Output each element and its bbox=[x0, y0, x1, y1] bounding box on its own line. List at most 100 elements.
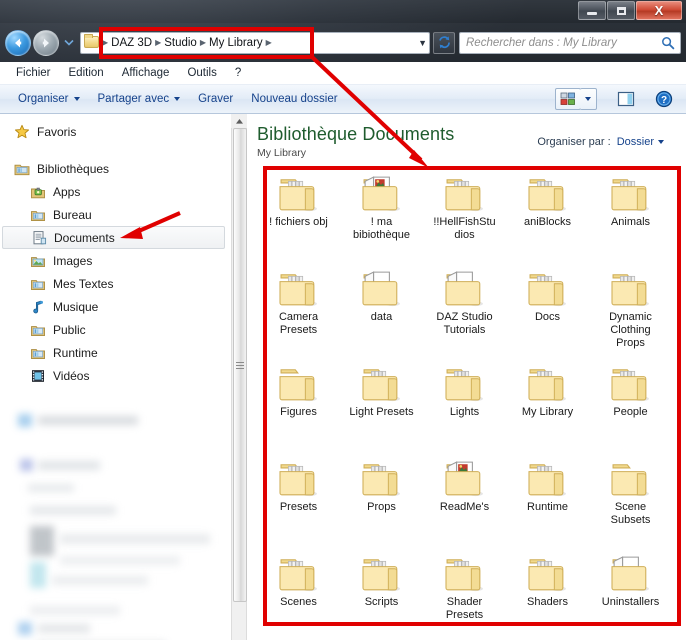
folder-closed-icon bbox=[526, 460, 570, 498]
organize-label: Organiser bbox=[18, 93, 69, 105]
scrollbar-thumb[interactable] bbox=[233, 128, 247, 602]
command-bar-right: ? bbox=[555, 88, 686, 110]
refresh-button[interactable] bbox=[433, 31, 455, 54]
folder-item[interactable]: Scenes bbox=[257, 553, 340, 640]
folder-open-empty-icon bbox=[443, 270, 487, 308]
sidebar-item-documents[interactable]: Documents bbox=[2, 226, 225, 249]
breadcrumb-item-2[interactable]: My Library bbox=[208, 37, 264, 49]
folder-item[interactable]: aniBlocks bbox=[506, 173, 589, 268]
share-with-button[interactable]: Partager avec bbox=[89, 90, 190, 108]
change-view-button[interactable] bbox=[555, 88, 581, 110]
recent-pages-button[interactable] bbox=[62, 39, 76, 46]
folder-item[interactable]: Runtime bbox=[506, 458, 589, 553]
organize-by-value-button[interactable]: Dossier bbox=[617, 136, 664, 148]
sidebar-item-videos[interactable]: Vidéos bbox=[0, 364, 231, 387]
menu-edition[interactable]: Edition bbox=[61, 65, 112, 81]
folder-item[interactable]: Scene Subsets bbox=[589, 458, 672, 553]
view-options-dropdown[interactable] bbox=[580, 88, 597, 110]
folder-closed-icon bbox=[609, 365, 653, 403]
folder-item[interactable]: Uninstallers bbox=[589, 553, 672, 640]
folder-item[interactable]: My Library bbox=[506, 363, 589, 458]
folder-item[interactable]: ! ma bibiothèque bbox=[340, 173, 423, 268]
chevron-right-icon[interactable]: ▶ bbox=[155, 38, 161, 47]
folder-item[interactable]: ! fichiers obj bbox=[257, 173, 340, 268]
folder-item[interactable]: Shaders bbox=[506, 553, 589, 640]
folder-item-label: Lights bbox=[449, 406, 480, 418]
folder-item-label: Shader Presets bbox=[445, 596, 484, 621]
folder-item-label: Scene Subsets bbox=[610, 501, 651, 526]
sidebar-item-runtime[interactable]: Runtime bbox=[0, 341, 231, 364]
chevron-right-icon[interactable]: ▶ bbox=[200, 38, 206, 47]
folder-empty-icon bbox=[277, 365, 321, 403]
folder-item[interactable]: Scripts bbox=[340, 553, 423, 640]
chevron-right-icon[interactable]: ▶ bbox=[266, 38, 272, 47]
folder-item[interactable]: Docs bbox=[506, 268, 589, 363]
folder-closed-icon bbox=[277, 175, 321, 213]
menu-outils[interactable]: Outils bbox=[179, 65, 224, 81]
maximize-button[interactable] bbox=[607, 1, 635, 20]
new-folder-button[interactable]: Nouveau dossier bbox=[242, 90, 346, 108]
folder-item[interactable]: Camera Presets bbox=[257, 268, 340, 363]
folder-item[interactable]: Props bbox=[340, 458, 423, 553]
breadcrumb-item-0[interactable]: DAZ 3D bbox=[110, 37, 153, 49]
folder-item-label: Runtime bbox=[527, 501, 568, 513]
sidebar-item-mes-textes[interactable]: Mes Textes bbox=[0, 272, 231, 295]
folder-open-photo-icon bbox=[360, 175, 404, 213]
burn-button[interactable]: Graver bbox=[189, 90, 242, 108]
sidebar-label: Vidéos bbox=[53, 368, 90, 383]
title-bar: X bbox=[0, 0, 686, 23]
folder-closed-icon bbox=[360, 555, 404, 593]
breadcrumb-bar[interactable]: ▶ DAZ 3D ▶ Studio ▶ My Library ▶ ▼ bbox=[80, 31, 430, 54]
sidebar-item-bureau[interactable]: Bureau bbox=[0, 203, 231, 226]
close-icon: X bbox=[654, 3, 664, 18]
navigation-scrollbar[interactable] bbox=[231, 114, 247, 640]
folder-closed-icon bbox=[526, 175, 570, 213]
folder-item[interactable]: !!HellFishStudios bbox=[423, 173, 506, 268]
folder-item[interactable]: Lights bbox=[423, 363, 506, 458]
folder-item[interactable]: Light Presets bbox=[340, 363, 423, 458]
search-box[interactable]: Rechercher dans : My Library bbox=[459, 31, 681, 54]
folder-item[interactable]: People bbox=[589, 363, 672, 458]
folder-item[interactable]: ReadMe's bbox=[423, 458, 506, 553]
folder-item-label: DAZ Studio Tutorials bbox=[436, 311, 493, 336]
folder-item[interactable]: Presets bbox=[257, 458, 340, 553]
sidebar-label: Apps bbox=[53, 184, 81, 199]
caret-down-icon bbox=[658, 140, 664, 144]
sidebar-item-apps[interactable]: Apps bbox=[0, 180, 231, 203]
sidebar-item-bibliotheques[interactable]: Bibliothèques bbox=[0, 157, 231, 180]
search-input[interactable]: Rechercher dans : My Library bbox=[460, 37, 661, 49]
preview-pane-button[interactable] bbox=[613, 88, 639, 110]
menu-affichage[interactable]: Affichage bbox=[114, 65, 178, 81]
sidebar-item-favoris[interactable]: Favoris bbox=[0, 120, 231, 143]
sidebar-label: Documents bbox=[54, 230, 115, 245]
share-with-label: Partager avec bbox=[97, 93, 170, 105]
folder-item[interactable]: Figures bbox=[257, 363, 340, 458]
folder-item[interactable]: Shader Presets bbox=[423, 553, 506, 640]
forward-button[interactable] bbox=[33, 29, 59, 56]
organize-button[interactable]: Organiser bbox=[9, 90, 89, 108]
folder-item-label: Animals bbox=[610, 216, 651, 228]
close-button[interactable]: X bbox=[636, 1, 682, 20]
sidebar-item-public[interactable]: Public bbox=[0, 318, 231, 341]
back-button[interactable] bbox=[5, 29, 31, 56]
scroll-up-button[interactable] bbox=[231, 114, 247, 128]
folder-item[interactable]: Animals bbox=[589, 173, 672, 268]
sidebar-item-musique[interactable]: Musique bbox=[0, 295, 231, 318]
folder-closed-icon bbox=[609, 270, 653, 308]
address-dropdown-icon[interactable]: ▼ bbox=[418, 38, 427, 48]
folder-closed-icon bbox=[443, 175, 487, 213]
help-button[interactable]: ? bbox=[651, 88, 677, 110]
breadcrumb-item-1[interactable]: Studio bbox=[163, 37, 198, 49]
folder-item[interactable]: data bbox=[340, 268, 423, 363]
minimize-button[interactable] bbox=[578, 1, 606, 20]
folder-item-label: data bbox=[370, 311, 393, 323]
sidebar-item-images[interactable]: Images bbox=[0, 249, 231, 272]
menu-help[interactable]: ? bbox=[227, 65, 249, 81]
menu-bar: Fichier Edition Affichage Outils ? bbox=[0, 62, 686, 85]
menu-fichier[interactable]: Fichier bbox=[8, 65, 59, 81]
folder-item[interactable]: Dynamic Clothing Props bbox=[589, 268, 672, 363]
folder-item[interactable]: DAZ Studio Tutorials bbox=[423, 268, 506, 363]
caret-down-icon bbox=[585, 97, 591, 101]
navigation-pane: Favoris Bibliothèques Apps Bureau Docume… bbox=[0, 114, 231, 640]
view-icon bbox=[560, 92, 575, 105]
